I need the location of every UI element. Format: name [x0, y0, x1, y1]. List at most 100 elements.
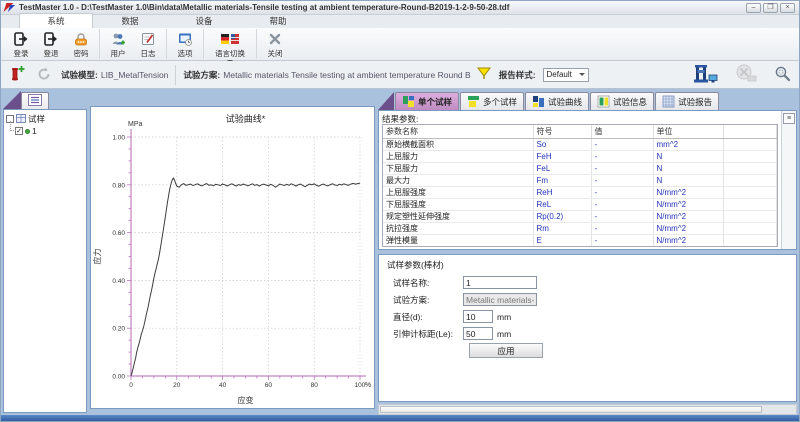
- svg-text:20: 20: [173, 382, 181, 389]
- language-flags-icon: [220, 31, 240, 47]
- minimize-button[interactable]: –: [746, 3, 761, 13]
- tab-single-specimen[interactable]: 单个试样: [395, 92, 459, 110]
- ribbon-toolbar: 登录 登退 密码 用户 日志 选项: [1, 28, 799, 61]
- password-button[interactable]: 密码: [66, 29, 96, 59]
- result-row[interactable]: 规定塑性延伸强度Rp(0.2)-N/mm^2: [383, 211, 777, 223]
- corner-triangle-icon: [3, 91, 21, 109]
- result-row[interactable]: 下屈服强度ReL-N/mm^2: [383, 199, 777, 211]
- result-row[interactable]: 上屈服强度ReH-N/mm^2: [383, 187, 777, 199]
- menu-tab-device[interactable]: 设备: [167, 14, 241, 28]
- svg-text:0: 0: [129, 382, 133, 389]
- users-icon: [110, 31, 126, 47]
- specimen-1-checkbox[interactable]: ✓: [15, 127, 23, 135]
- single-specimen-icon: [402, 95, 415, 108]
- test-plan-value: Metallic materials Tensile testing at am…: [223, 70, 470, 80]
- corner-triangle-icon: [378, 92, 394, 110]
- apply-button[interactable]: 应用: [469, 343, 543, 358]
- svg-text:应力: 应力: [92, 249, 102, 265]
- menubar: 系统 数据 设备 帮助: [1, 15, 799, 28]
- tree-root-specimen[interactable]: 试样: [6, 113, 84, 125]
- svg-text:%: %: [365, 382, 371, 389]
- specimen-tree: 试样 ✓ 1: [3, 109, 87, 413]
- result-row[interactable]: 抗拉强度Rm-N/mm^2: [383, 223, 777, 235]
- test-plan-label: 试验方案:: [183, 69, 220, 81]
- tab-test-report[interactable]: 试验报告: [655, 92, 719, 110]
- svg-text:0.00: 0.00: [112, 374, 125, 381]
- logout-button[interactable]: 登退: [36, 29, 66, 59]
- result-row[interactable]: 原始横截面积So-mm^2: [383, 139, 777, 151]
- diameter-label: 直径(d):: [387, 311, 463, 323]
- svg-text:0.20: 0.20: [112, 326, 125, 333]
- results-menu-button[interactable]: ≡: [783, 113, 795, 124]
- tab-test-info[interactable]: 试验信息: [590, 92, 654, 110]
- results-header-row: 参数名称 符号 值 单位: [383, 125, 777, 139]
- specimen-params-section: 试样参数(棒材) 试样名称: 试验方案: 直径(d): mm 引伸计标距(Le)…: [378, 254, 797, 402]
- options-icon: [177, 31, 193, 47]
- users-button[interactable]: 用户: [103, 29, 133, 59]
- result-row[interactable]: 下屈服力FeL-N: [383, 163, 777, 175]
- tree-child-label: 1: [32, 126, 37, 136]
- restore-button[interactable]: ❐: [763, 3, 778, 13]
- test-model-label: 试验模型:: [61, 69, 98, 81]
- close-app-button[interactable]: 关闭: [260, 29, 290, 59]
- col-symbol: 符号: [533, 125, 591, 139]
- add-specimen-button[interactable]: [7, 64, 27, 86]
- password-lock-icon: [73, 31, 89, 47]
- report-style-label: 报告样式:: [499, 69, 536, 81]
- specimen-group-icon: [16, 114, 26, 125]
- results-section: 结果参数: 参数名称 符号 值 单位: [378, 110, 797, 250]
- connect-machine-button[interactable]: [693, 63, 719, 87]
- plan-label: 试验方案:: [387, 294, 463, 306]
- col-unit: 单位: [653, 125, 723, 139]
- multi-specimen-icon: [467, 95, 480, 108]
- status-bar: [1, 415, 799, 421]
- results-table: 参数名称 符号 值 单位 原始横截面积So-mm^2 上屈服力FeH-N: [383, 125, 777, 247]
- menu-tab-help[interactable]: 帮助: [241, 14, 315, 28]
- test-curve-chart-panel: 试验曲线*MPa0.000.200.400.600.801.0002040608…: [90, 106, 375, 409]
- test-info-icon: [597, 95, 610, 108]
- tree-item-specimen-1[interactable]: ✓ 1: [15, 125, 84, 137]
- close-window-button[interactable]: ×: [780, 3, 795, 13]
- menu-tab-data[interactable]: 数据: [93, 14, 167, 28]
- horizontal-scrollbar[interactable]: [378, 404, 797, 415]
- col-parameter-name: 参数名称: [383, 125, 533, 139]
- gauge-length-label: 引伸计标距(Le):: [387, 328, 463, 340]
- test-curve-icon: [532, 95, 545, 108]
- svg-text:80: 80: [311, 382, 319, 389]
- svg-text:60: 60: [265, 382, 273, 389]
- language-switch-button[interactable]: 语言切换: [207, 29, 253, 59]
- test-curve-chart: 试验曲线*MPa0.000.200.400.600.801.0002040608…: [91, 107, 374, 408]
- diameter-input[interactable]: [463, 310, 493, 323]
- test-toolbar: 试验模型: LIB_MetalTension 试验方案: Metallic ma…: [1, 61, 799, 89]
- result-row[interactable]: 最大力Fm-N: [383, 175, 777, 187]
- tab-test-curve[interactable]: 试验曲线: [525, 92, 589, 110]
- result-row[interactable]: 上屈服力FeH-N: [383, 151, 777, 163]
- specimen-name-input[interactable]: [463, 276, 537, 289]
- main-workspace: 试样 ✓ 1 试验曲线*MPa0.000.200.400.600.801.000…: [1, 89, 799, 415]
- svg-text:应变: 应变: [238, 395, 254, 405]
- specimen-list-tab[interactable]: [21, 92, 49, 109]
- scrollbar-thumb[interactable]: [380, 406, 762, 413]
- gauge-length-input[interactable]: [463, 327, 493, 340]
- disconnect-machine-button[interactable]: [733, 63, 759, 87]
- result-tabs: 单个试样 多个试样 试验曲线 试验信息 试验报告: [378, 91, 797, 110]
- gauge-unit: mm: [497, 329, 511, 339]
- log-button[interactable]: 日志: [133, 29, 163, 59]
- login-button[interactable]: 登录: [6, 29, 36, 59]
- plan-filter-icon[interactable]: [477, 67, 491, 82]
- inspect-settings-button[interactable]: [773, 64, 793, 86]
- diameter-unit: mm: [497, 312, 511, 322]
- svg-text:试验曲线*: 试验曲线*: [226, 113, 266, 124]
- svg-text:40: 40: [219, 382, 227, 389]
- menu-tab-system[interactable]: 系统: [19, 13, 93, 28]
- options-button[interactable]: 选项: [170, 29, 200, 59]
- col-value: 值: [591, 125, 653, 139]
- svg-text:0.60: 0.60: [112, 230, 125, 237]
- refresh-button[interactable]: [35, 65, 53, 85]
- report-style-dropdown[interactable]: Default: [543, 68, 589, 82]
- tab-multi-specimen[interactable]: 多个试样: [460, 92, 524, 110]
- log-icon: [140, 31, 156, 47]
- result-row[interactable]: 弹性模量E-N/mm^2: [383, 235, 777, 247]
- svg-text:0.40: 0.40: [112, 278, 125, 285]
- plan-input: [463, 293, 537, 306]
